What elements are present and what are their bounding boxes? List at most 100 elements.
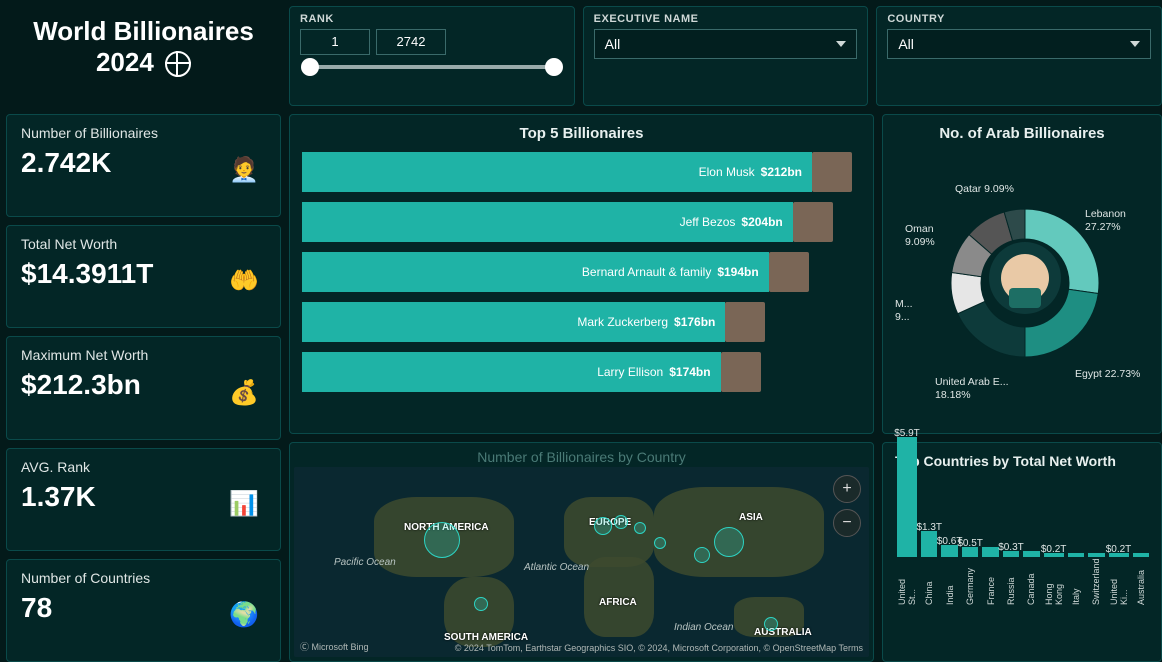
kpi-label: AVG. Rank <box>21 459 266 475</box>
top5-bar-row[interactable]: Jeff Bezos $204bn <box>302 202 861 242</box>
kpi-label: Number of Billionaires <box>21 125 266 141</box>
top5-name: Elon Musk <box>699 165 755 179</box>
chevron-down-icon <box>1130 41 1140 47</box>
globe-pins-icon: 🌍 <box>222 593 266 637</box>
kpi-label: Total Net Worth <box>21 236 266 252</box>
kpi-card[interactable]: Number of Countries 78 🌍 <box>6 559 281 662</box>
title-text: World Billionaires 2024 <box>33 16 254 77</box>
column-bar[interactable]: $0.6T India <box>941 545 957 605</box>
column-category: India <box>945 561 955 605</box>
person-icon: 🧑‍💼 <box>222 148 266 192</box>
column-bar[interactable]: Switzerland <box>1088 553 1104 605</box>
money-bag-icon: 💰 <box>222 370 266 414</box>
hands-money-icon: 🤲 <box>222 259 266 303</box>
filter-bar: RANK 1 2742 EXECUTIVE NAME All COUNTRY A… <box>289 6 1162 106</box>
globe-icon <box>165 51 191 77</box>
top5-value: $212bn <box>761 165 802 179</box>
donut-slice-label: Lebanon27.27% <box>1085 208 1126 233</box>
ranking-icon: 📊 <box>222 482 266 526</box>
donut-slice-label: M...9... <box>895 298 913 323</box>
column-value-label: $0.2T <box>1041 544 1067 555</box>
column-fill <box>1023 551 1039 557</box>
column-bar[interactable]: $0.2T United Ki... <box>1109 553 1129 605</box>
top5-value: $174bn <box>669 365 710 379</box>
column-bar[interactable]: $0.3T Russia <box>1003 551 1019 605</box>
donut-slice-label: Egypt 22.73% <box>1075 368 1140 381</box>
top5-name: Mark Zuckerberg <box>577 315 668 329</box>
column-fill <box>897 437 917 557</box>
country-filter: COUNTRY All <box>876 6 1162 106</box>
top5-value: $176bn <box>674 315 715 329</box>
rank-slider[interactable] <box>310 65 554 69</box>
country-dropdown[interactable]: All <box>887 29 1151 59</box>
zoom-in-button[interactable]: + <box>833 475 861 503</box>
column-fill <box>1088 553 1104 557</box>
column-bar[interactable]: Australia <box>1133 553 1149 605</box>
executive-dropdown[interactable]: All <box>594 29 858 59</box>
kpi-card[interactable]: Maximum Net Worth $212.3bn 💰 <box>6 336 281 439</box>
chevron-down-icon <box>836 41 846 47</box>
column-category: Canada <box>1026 561 1036 605</box>
kpi-card[interactable]: Number of Billionaires 2.742K 🧑‍💼 <box>6 114 281 217</box>
continent-label: ASIA <box>739 512 763 523</box>
avatar <box>812 152 852 192</box>
column-fill <box>1133 553 1149 557</box>
top5-bar: Bernard Arnault & family $194bn <box>302 252 769 292</box>
column-category: France <box>986 561 996 605</box>
donut-slice-label: Qatar 9.09% <box>955 183 1014 196</box>
column-value-label: $1.3T <box>916 522 942 533</box>
rank-min-input[interactable]: 1 <box>300 29 370 55</box>
column-category: Switzerland <box>1091 561 1101 605</box>
map-attribution-left: Ⓒ Microsoft Bing <box>300 640 369 653</box>
column-bar[interactable]: Italy <box>1068 553 1084 605</box>
donut-slice-label: Oman9.09% <box>905 223 935 248</box>
column-fill <box>982 547 998 557</box>
column-value-label: $5.9T <box>894 428 920 439</box>
top5-chart[interactable]: Top 5 Billionaires Elon Musk $212bn Jeff… <box>289 114 874 434</box>
avatar <box>721 352 761 392</box>
top5-value: $194bn <box>717 265 758 279</box>
executive-value: All <box>605 36 621 52</box>
column-bar[interactable]: $0.2T Hong Kong <box>1044 553 1064 605</box>
column-bar[interactable]: $0.5T Germany <box>962 547 978 605</box>
column-bar[interactable]: France <box>982 547 998 605</box>
country-label: COUNTRY <box>887 13 1151 25</box>
column-bar[interactable]: $1.3T China <box>921 531 937 605</box>
top5-name: Larry Ellison <box>597 365 663 379</box>
column-value-label: $0.5T <box>957 538 983 549</box>
top5-bar-row[interactable]: Bernard Arnault & family $194bn <box>302 252 861 292</box>
column-category: Germany <box>965 561 975 605</box>
top5-bar-row[interactable]: Larry Ellison $174bn <box>302 352 861 392</box>
column-category: United St... <box>897 561 917 605</box>
column-bar[interactable]: $5.9T United St... <box>897 437 917 605</box>
continent-label: AFRICA <box>599 597 637 608</box>
executive-label: EXECUTIVE NAME <box>594 13 858 25</box>
map-title: Number of Billionaires by Country <box>294 449 869 465</box>
top5-value: $204bn <box>741 215 782 229</box>
top5-bar-row[interactable]: Elon Musk $212bn <box>302 152 861 192</box>
kpi-label: Maximum Net Worth <box>21 347 266 363</box>
avatar <box>793 202 833 242</box>
continent-label: AUSTRALIA <box>754 627 812 638</box>
ocean-label: Indian Ocean <box>674 622 734 633</box>
top5-name: Bernard Arnault & family <box>582 265 711 279</box>
continent-label: SOUTH AMERICA <box>444 632 528 643</box>
slider-handle-max[interactable] <box>545 58 563 76</box>
rank-label: RANK <box>300 13 564 25</box>
country-columns-chart[interactable]: Top Countries by Total Net Worth $5.9T U… <box>882 442 1162 662</box>
top5-bar: Larry Ellison $174bn <box>302 352 721 392</box>
dashboard-title: World Billionaires 2024 <box>6 6 281 106</box>
arab-donut-chart[interactable]: No. of Arab Billionaires Lebanon27.27%Eg… <box>882 114 1162 434</box>
kpi-card[interactable]: AVG. Rank 1.37K 📊 <box>6 448 281 551</box>
world-map[interactable]: NORTH AMERICA SOUTH AMERICA EUROPE AFRIC… <box>294 467 869 657</box>
top5-bar-row[interactable]: Mark Zuckerberg $176bn <box>302 302 861 342</box>
zoom-out-button[interactable]: − <box>833 509 861 537</box>
rank-max-input[interactable]: 2742 <box>376 29 446 55</box>
slider-handle-min[interactable] <box>301 58 319 76</box>
map-panel[interactable]: Number of Billionaires by Country NORTH … <box>289 442 874 662</box>
column-bar[interactable]: Canada <box>1023 551 1039 605</box>
donut-center-icon <box>989 242 1061 314</box>
kpi-card[interactable]: Total Net Worth $14.3911T 🤲 <box>6 225 281 328</box>
ocean-label: Pacific Ocean <box>334 557 396 568</box>
top5-bar: Mark Zuckerberg $176bn <box>302 302 725 342</box>
